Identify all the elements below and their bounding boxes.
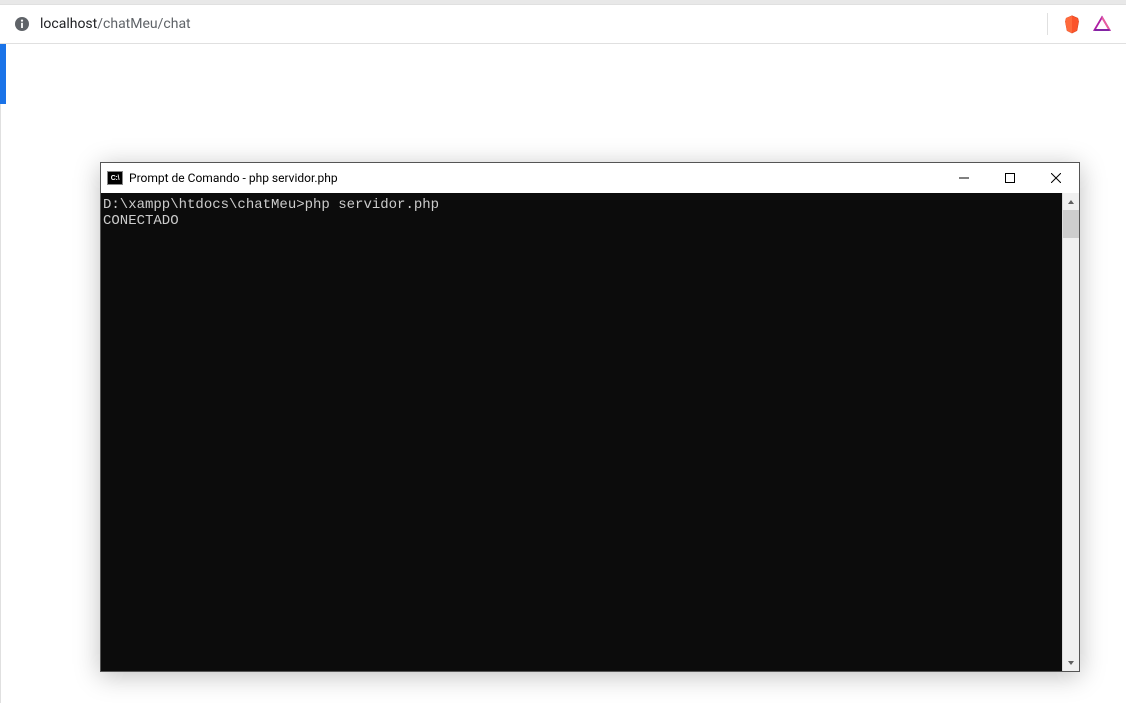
cmd-line: D:\xampp\htdocs\chatMeu>php servidor.php [103,197,439,213]
scroll-thumb[interactable] [1063,210,1079,238]
toolbar-divider [1047,13,1048,35]
maximize-button[interactable] [987,163,1033,193]
browser-address-bar: localhost/chatMeu/chat [0,4,1126,44]
page-left-border [0,104,1,703]
cmd-scrollbar[interactable] [1062,193,1079,671]
brave-shield-icon[interactable] [1062,14,1082,34]
cmd-output[interactable]: D:\xampp\htdocs\chatMeu>php servidor.php… [101,193,1062,671]
command-prompt-window: C:\ Prompt de Comando - php servidor.php… [100,162,1080,672]
url-host: localhost [40,16,97,32]
scroll-up-button[interactable] [1063,193,1079,210]
cmd-body-wrap: D:\xampp\htdocs\chatMeu>php servidor.php… [101,193,1079,671]
scroll-down-button[interactable] [1063,654,1079,671]
scroll-track[interactable] [1063,210,1079,654]
page-accent-strip [0,44,6,104]
cmd-window-title: Prompt de Comando - php servidor.php [129,171,941,185]
extension-triangle-icon[interactable] [1092,14,1112,34]
url-text[interactable]: localhost/chatMeu/chat [40,16,1047,32]
toolbar-right [1047,13,1112,35]
cmd-titlebar[interactable]: C:\ Prompt de Comando - php servidor.php [101,163,1079,193]
browser-viewport: C:\ Prompt de Comando - php servidor.php… [0,44,1126,703]
url-path: /chatMeu/chat [97,16,190,32]
minimize-button[interactable] [941,163,987,193]
cmd-line: CONECTADO [103,213,179,229]
cmd-window-controls [941,163,1079,193]
cmd-app-icon: C:\ [107,171,123,185]
site-info-icon[interactable] [14,16,30,32]
close-button[interactable] [1033,163,1079,193]
